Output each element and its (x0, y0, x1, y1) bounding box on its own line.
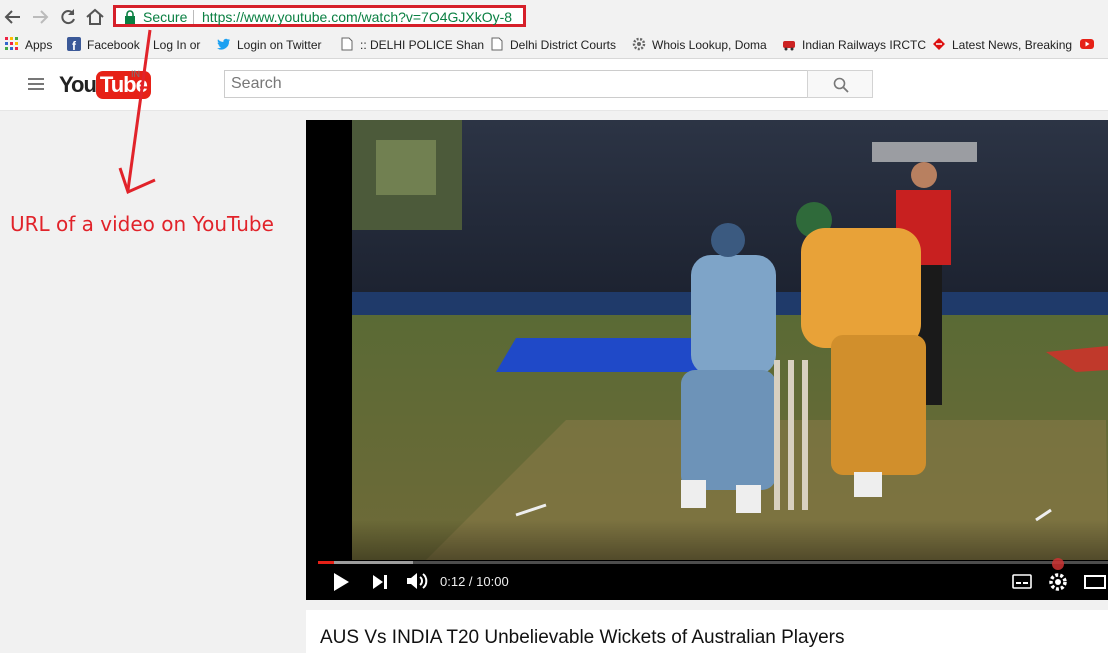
reload-icon[interactable] (57, 6, 79, 28)
url-path: www.youtube.com/watch?v=7O4GJXkOy-8 (244, 9, 513, 25)
url-scheme: https:// (202, 9, 245, 25)
logo-region: IN (131, 69, 140, 79)
volume-icon[interactable] (406, 571, 428, 591)
bookmark-label: Indian Railways IRCTC (802, 38, 927, 52)
logo-tube: Tube (95, 71, 151, 99)
browser-toolbar: Secure https://www.youtube.com/watch?v=7… (0, 0, 1108, 34)
youtube-header: You Tube IN Search (0, 59, 1108, 111)
gear-icon (632, 37, 646, 51)
bookmark-label: Facebook (87, 38, 140, 52)
address-bar[interactable]: Secure https://www.youtube.com/watch?v=7… (113, 5, 526, 27)
bookmarks-bar: Apps f Facebook Log In or Login on Twitt… (0, 33, 1108, 59)
bookmark-facebook[interactable]: f Facebook (67, 37, 140, 54)
bookmark-delhi-police[interactable]: :: DELHI POLICE Shan (340, 37, 484, 54)
progress-played (318, 561, 334, 564)
youtube-icon (1080, 39, 1094, 49)
bookmark-label: Login on Twitter (237, 38, 322, 52)
theater-mode-icon[interactable] (1084, 575, 1106, 589)
bookmark-youtube[interactable] (1080, 37, 1100, 54)
forward-arrow-icon[interactable] (29, 6, 51, 28)
bookmark-whois[interactable]: Whois Lookup, Doma (632, 37, 767, 54)
menu-icon[interactable] (28, 78, 44, 90)
bookmark-label: Latest News, Breaking (952, 38, 1073, 52)
bookmark-twitter[interactable]: Login on Twitter (217, 37, 322, 54)
search-input[interactable]: Search (224, 70, 808, 98)
bookmark-login[interactable]: Log In or (153, 37, 200, 54)
search-placeholder: Search (231, 75, 282, 92)
logo-you: You (59, 72, 97, 97)
youtube-logo[interactable]: You Tube IN (59, 69, 151, 99)
subtitles-icon[interactable] (1012, 574, 1032, 589)
bookmark-label: Delhi District Courts (510, 38, 617, 52)
page-icon (341, 37, 353, 51)
next-icon[interactable] (372, 574, 388, 590)
apps-grid-icon (5, 37, 18, 50)
bookmark-apps[interactable]: Apps (5, 37, 52, 54)
url-text[interactable]: https://www.youtube.com/watch?v=7O4GJXkO… (202, 9, 512, 25)
bookmark-label: Log In or (153, 38, 201, 52)
play-icon[interactable] (332, 572, 350, 592)
lock-icon (125, 10, 135, 24)
secure-label: Secure (143, 9, 188, 25)
time-display: 0:12 / 10:00 (440, 574, 509, 589)
back-arrow-icon[interactable] (2, 6, 24, 28)
progress-bar[interactable] (318, 561, 1108, 564)
news-icon (933, 38, 945, 50)
bookmark-label: Apps (25, 38, 53, 52)
annotation-text: URL of a video on YouTube (10, 212, 274, 236)
bookmark-irctc[interactable]: Indian Railways IRCTC (782, 37, 926, 54)
bookmark-label: :: DELHI POLICE Shan (360, 38, 485, 52)
settings-gear-icon[interactable] (1046, 556, 1070, 592)
railways-icon (783, 41, 795, 51)
facebook-icon: f (67, 37, 81, 51)
twitter-icon (217, 38, 230, 50)
video-player[interactable]: 0:12 / 10:00 (306, 120, 1108, 600)
page-icon (491, 37, 503, 51)
video-info: AUS Vs INDIA T20 Unbelievable Wickets of… (306, 610, 1108, 653)
video-title: AUS Vs INDIA T20 Unbelievable Wickets of… (320, 627, 845, 648)
bookmark-delhi-courts[interactable]: Delhi District Courts (490, 37, 616, 54)
home-icon[interactable] (84, 6, 106, 28)
bookmark-label: Whois Lookup, Doma (652, 38, 767, 52)
search-icon (833, 77, 849, 93)
search-button[interactable] (807, 70, 873, 98)
omnibox-divider (193, 10, 194, 24)
bookmark-news[interactable]: Latest News, Breaking (932, 37, 1072, 54)
